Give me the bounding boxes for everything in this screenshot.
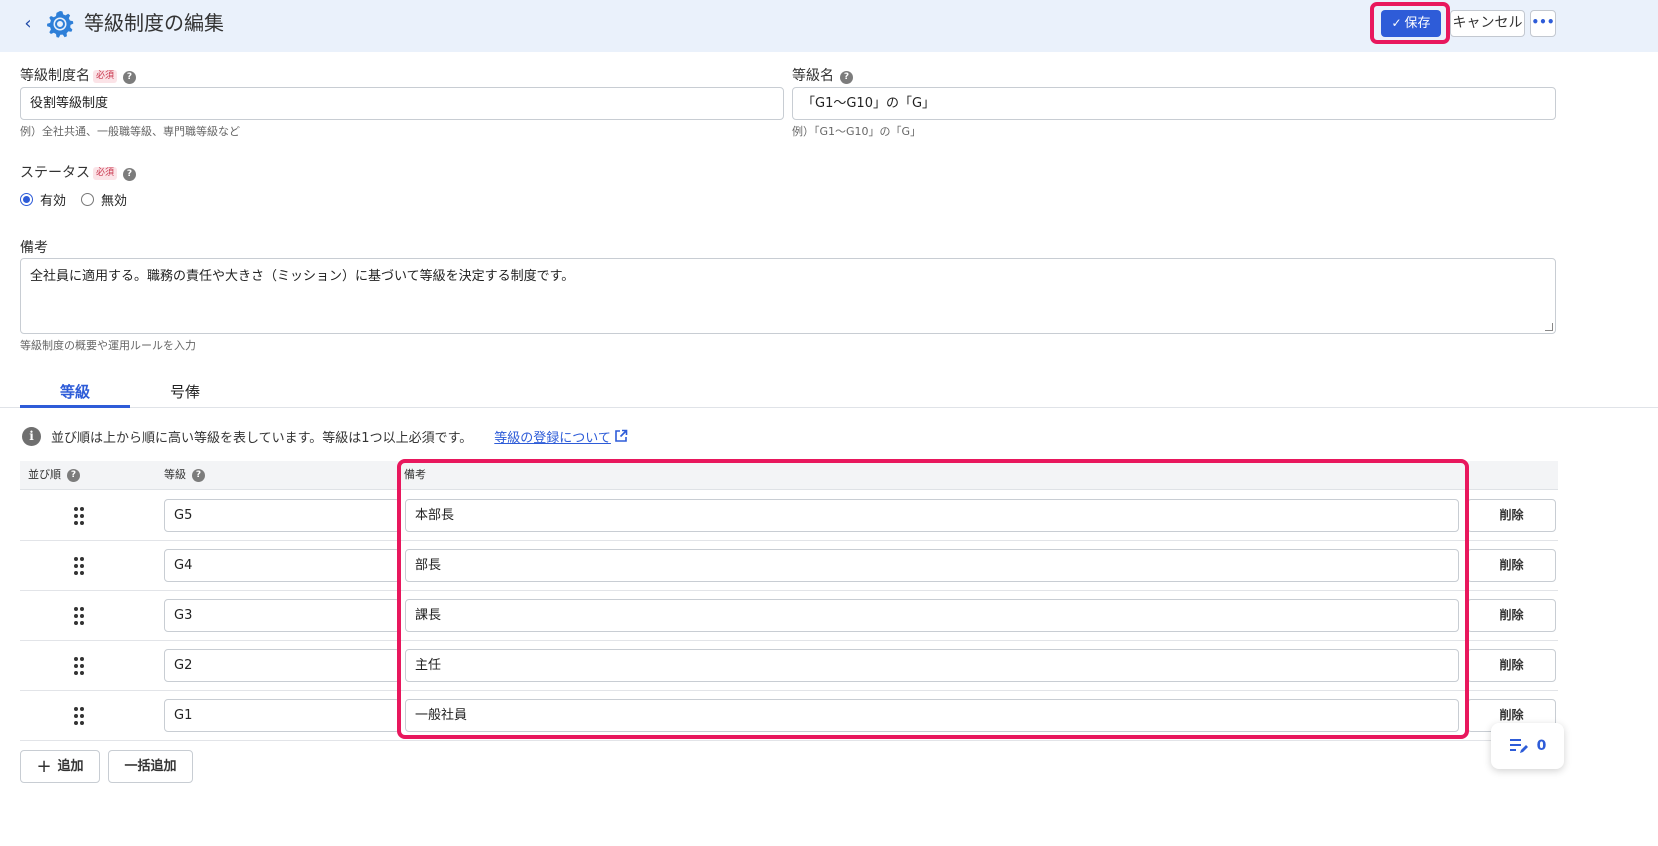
save-label: 保存: [1404, 16, 1431, 31]
column-header-notes: 備考: [404, 468, 426, 481]
status-label-text: ステータス: [20, 165, 90, 181]
notes-label: 備考: [20, 240, 48, 256]
help-icon[interactable]: ?: [123, 168, 137, 181]
grade-registration-link[interactable]: 等級の登録について: [494, 427, 611, 446]
check-icon: ✓: [1391, 16, 1402, 30]
radio-unselected-icon: [81, 192, 94, 206]
more-options-button[interactable]: •••: [1530, 10, 1556, 37]
radio-label: 有効: [40, 193, 67, 209]
column-header-text: 並び順: [28, 468, 61, 481]
active-tab-indicator: [20, 405, 130, 408]
grade-note-input[interactable]: 課長: [405, 599, 1459, 632]
delete-row-button[interactable]: 削除: [1467, 549, 1556, 582]
notes-hint: 等級制度の概要や運用ルールを入力: [20, 339, 196, 352]
info-text: 並び順は上から順に高い等級を表しています。等級は1つ以上必須です。: [51, 430, 473, 446]
grade-note-input[interactable]: 一般社員: [405, 699, 1459, 732]
grade-input[interactable]: G4: [164, 549, 400, 582]
drag-handle-icon[interactable]: [74, 557, 84, 575]
drag-handle-icon[interactable]: [74, 607, 84, 625]
help-icon[interactable]: ?: [840, 71, 853, 84]
radio-selected-icon: [20, 192, 33, 206]
grade-system-name-hint: 例）全社共通、一般職等級、専門職等級など: [20, 125, 240, 138]
cancel-button[interactable]: キャンセル: [1450, 10, 1525, 37]
tab-salary-steps[interactable]: 号俸: [130, 382, 240, 406]
grade-note-input[interactable]: 本部長: [405, 499, 1459, 532]
table-header: [20, 461, 1558, 490]
plus-icon: +: [36, 756, 52, 777]
column-header-order: 並び順?: [28, 468, 80, 482]
drag-handle-icon[interactable]: [74, 707, 84, 725]
resize-handle-icon[interactable]: [1545, 323, 1553, 331]
required-badge: 必須: [93, 70, 118, 83]
fab-count: 0: [1536, 738, 1547, 754]
tabs-divider: [0, 407, 1658, 408]
grade-system-name-label: 等級制度名 必須?: [20, 67, 137, 85]
grade-note-input[interactable]: 部長: [405, 549, 1459, 582]
status-radio-active[interactable]: 有効: [20, 191, 67, 209]
edit-list-icon: [1509, 739, 1528, 753]
help-icon[interactable]: ?: [123, 71, 137, 84]
info-message: i 並び順は上から順に高い等級を表しています。等級は1つ以上必須です。 等級の登…: [22, 426, 628, 446]
grade-system-name-label-text: 等級制度名: [20, 68, 90, 84]
notes-textarea[interactable]: 全社員に適用する。職務の責任や大きさ（ミッション）に基づいて等級を決定する制度で…: [20, 258, 1556, 334]
grade-input[interactable]: G1: [164, 699, 400, 732]
column-header-text: 等級: [164, 468, 186, 481]
grade-system-name-input[interactable]: 役割等級制度: [20, 87, 784, 120]
grade-input[interactable]: G5: [164, 499, 400, 532]
bulk-add-button[interactable]: 一括追加: [108, 750, 193, 783]
status-radio-inactive[interactable]: 無効: [81, 191, 128, 209]
help-icon[interactable]: ?: [192, 469, 205, 482]
page-title: 等級制度の編集: [84, 11, 224, 35]
notes-text: 全社員に適用する。職務の責任や大きさ（ミッション）に基づいて等級を決定する制度で…: [30, 269, 575, 284]
grade-name-input[interactable]: 「G1〜G10」の「G」: [792, 87, 1556, 120]
tab-grades[interactable]: 等級: [20, 382, 130, 406]
add-label: 追加: [57, 759, 84, 774]
delete-row-button[interactable]: 削除: [1467, 649, 1556, 682]
save-button[interactable]: ✓ 保存: [1381, 10, 1441, 37]
grade-input[interactable]: G2: [164, 649, 400, 682]
edit-notes-fab[interactable]: 0: [1491, 723, 1564, 769]
drag-handle-icon[interactable]: [74, 657, 84, 675]
delete-row-button[interactable]: 削除: [1467, 499, 1556, 532]
delete-row-button[interactable]: 削除: [1467, 599, 1556, 632]
drag-handle-icon[interactable]: [74, 507, 84, 525]
grade-name-label: 等級名?: [792, 67, 853, 85]
add-button[interactable]: + 追加: [20, 750, 100, 783]
status-label: ステータス 必須?: [20, 164, 137, 182]
help-icon[interactable]: ?: [67, 469, 80, 482]
grade-name-hint: 例）「G1〜G10」の「G」: [792, 125, 922, 138]
grade-name-label-text: 等級名: [792, 68, 834, 84]
radio-label: 無効: [101, 193, 128, 209]
column-header-grade: 等級?: [164, 468, 205, 482]
external-link-icon[interactable]: [614, 429, 628, 443]
info-icon: i: [22, 426, 41, 446]
grade-note-input[interactable]: 主任: [405, 649, 1459, 682]
gear-icon: [47, 11, 74, 38]
grade-input[interactable]: G3: [164, 599, 400, 632]
required-badge: 必須: [93, 167, 118, 180]
back-button[interactable]: ‹: [18, 12, 38, 36]
